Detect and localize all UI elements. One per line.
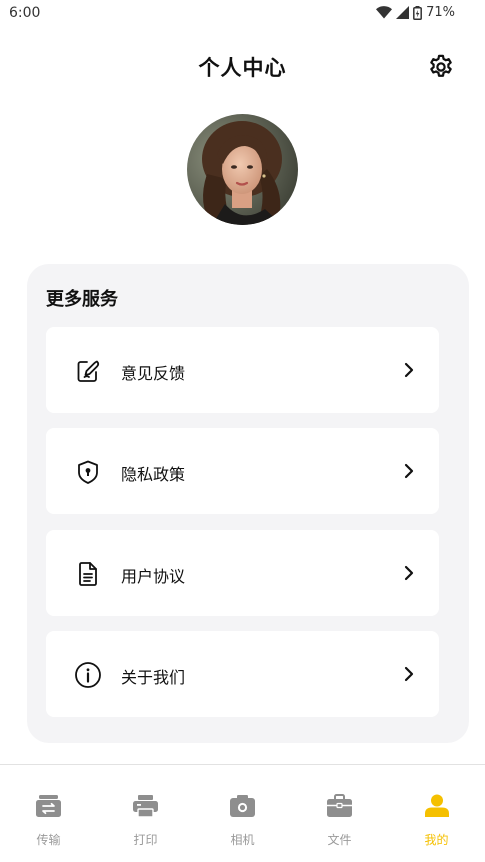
menu-item-privacy-policy[interactable]: 隐私政策 bbox=[46, 428, 439, 514]
battery-percentage: 71% bbox=[426, 5, 455, 20]
chevron-right-icon bbox=[401, 665, 417, 683]
header: 个人中心 bbox=[0, 40, 485, 92]
menu-item-label: 意见反馈 bbox=[121, 364, 186, 383]
tab-print[interactable]: 打印 bbox=[97, 765, 194, 862]
menu-item-feedback[interactable]: 意见反馈 bbox=[46, 327, 439, 413]
tab-mine[interactable]: 我的 bbox=[388, 765, 485, 862]
menu-item-label: 用户协议 bbox=[121, 567, 186, 586]
document-icon bbox=[74, 560, 102, 588]
settings-button[interactable] bbox=[425, 51, 457, 83]
chevron-right-icon bbox=[401, 462, 417, 480]
page-title: 个人中心 bbox=[198, 56, 287, 80]
tab-label: 文件 bbox=[327, 833, 352, 847]
transfer-icon bbox=[36, 793, 61, 818]
printer-icon bbox=[133, 793, 158, 818]
menu-item-user-agreement[interactable]: 用户协议 bbox=[46, 530, 439, 616]
tab-label: 我的 bbox=[424, 833, 449, 847]
menu-item-about-us[interactable]: 关于我们 bbox=[46, 631, 439, 717]
menu-item-label: 隐私政策 bbox=[121, 465, 186, 484]
briefcase-icon bbox=[327, 793, 352, 818]
tab-label: 传输 bbox=[36, 833, 61, 847]
more-services-card: 更多服务 意见反馈 隐私政策 用户协议 关于我们 bbox=[27, 264, 469, 743]
tab-label: 相机 bbox=[230, 833, 255, 847]
info-icon bbox=[74, 661, 102, 689]
bottom-tab-bar: 传输 打印 相机 文件 我的 bbox=[0, 764, 485, 862]
shield-lock-icon bbox=[74, 458, 102, 486]
edit-note-icon bbox=[74, 357, 102, 385]
wifi-icon bbox=[376, 6, 393, 19]
tab-files[interactable]: 文件 bbox=[291, 765, 388, 862]
chevron-right-icon bbox=[401, 361, 417, 379]
section-title: 更多服务 bbox=[46, 289, 118, 310]
chevron-right-icon bbox=[401, 564, 417, 582]
avatar-photo bbox=[187, 114, 298, 225]
status-time: 6:00 bbox=[9, 5, 41, 21]
status-indicators: 71% bbox=[376, 5, 455, 20]
cellular-signal-icon bbox=[396, 6, 410, 19]
menu-item-label: 关于我们 bbox=[121, 668, 186, 687]
tab-label: 打印 bbox=[133, 833, 158, 847]
status-bar: 6:00 71% bbox=[0, 0, 485, 28]
tab-camera[interactable]: 相机 bbox=[194, 765, 291, 862]
user-icon bbox=[424, 793, 449, 818]
gear-icon bbox=[430, 54, 452, 77]
avatar[interactable] bbox=[187, 114, 298, 225]
tab-transfer[interactable]: 传输 bbox=[0, 765, 97, 862]
battery-icon bbox=[413, 5, 423, 20]
camera-icon bbox=[230, 793, 255, 818]
